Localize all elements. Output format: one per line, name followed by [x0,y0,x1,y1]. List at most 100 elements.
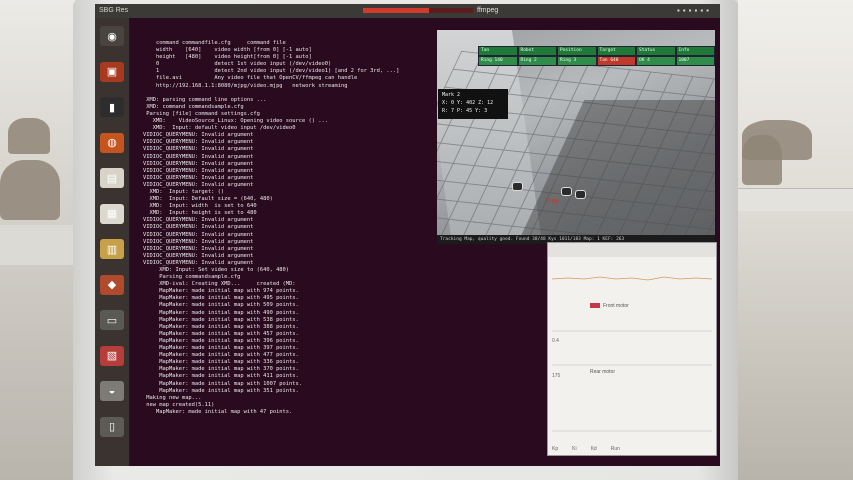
plot-lines [548,243,716,432]
terminal-line: XMD: Input: target: () [143,188,225,195]
terminal-line: MapMaker: made initial map with 495 poin… [143,295,299,302]
table-cell: Ring 2 [517,56,557,66]
window-icon[interactable]: ▭ [100,310,124,330]
image-viewer-icon[interactable]: ▧ [100,345,124,366]
terminal-line: MapMaker: made initial map with 370 poin… [143,366,299,373]
table-row[interactable]: Ring 140 Ring 2 Ring 3 Tan 640 OK 4 1007 [478,56,715,66]
terminal-line: XMD: Input: width is set to 640 [143,203,257,210]
legend-rear: Rear motor [590,369,615,375]
presentation-icon[interactable]: ▥ [100,239,124,259]
plot-control-label[interactable]: Kd [591,446,597,452]
overlay-line: Mark 2 [442,92,461,98]
robot-marker [575,190,586,199]
terminal-line: VIDIOC_QUERYMENU: Invalid argument [143,160,254,167]
overlay-line: X: 0 Y: 402 Z: 12 [442,100,494,106]
terminal-line: XMD: Input: Set video size to (640, 480) [143,267,290,273]
terminal-line: XMD-ival: Creating XMD... created (MD: [143,281,296,288]
terminal-line: MapMaker: made initial map with 974 poin… [143,288,299,295]
top-panel: SBG Res ffmpeg ▪▪▪▪▪▪ [95,4,720,18]
terminal-line: width [640] video width [from 0] [-1 aut… [143,47,312,54]
dash-icon[interactable]: ◉ [100,26,124,46]
table-cell: Ring 3 [557,56,597,66]
pose-overlay: Mark 2 X: 0 Y: 402 Z: 12 R: 7 P: 45 Y: 3 [438,89,508,119]
table-cell: Position [557,46,597,56]
document-icon[interactable]: ▤ [100,168,124,188]
process-name: ffmpeg [477,7,499,14]
terminal-line: Making new map... [143,394,202,401]
robot-marker [561,187,572,196]
table-cell: Tan 640 [596,56,636,66]
plot-control-label[interactable]: Kp [552,446,558,452]
terminal-line: MapMaker: made initial map with 411 poin… [143,373,299,380]
terminal-output[interactable]: command commandfile.cfg command file wid… [131,18,436,466]
terminal-line: VIDIOC_QUERYMENU: Invalid argument [143,146,254,153]
robot-label: Tray [545,198,559,205]
terminal-line: VIDIOC_QUERYMENU: Invalid argument [143,153,254,160]
terminal-line: VIDIOC_QUERYMENU: Invalid argument [143,245,254,252]
table-cell: Robot [517,46,557,56]
terminal-line: MapMaker: made initial map with 538 poin… [143,316,299,323]
browser-icon[interactable]: ◍ [100,132,124,153]
gear-icon[interactable]: ▪ [706,6,712,15]
spreadsheet-icon[interactable]: ▦ [100,203,124,224]
table-cell: Info [675,46,715,56]
terminal-line: MapMaker: made initial map with 47 point… [143,408,293,415]
table-row[interactable]: Tan Robot Position Target Status Info [478,46,715,56]
legend-label: Rear motor [590,369,616,375]
terminal-line: 0 detect 1st video input (/dev/video0) [143,61,332,68]
table-cell: Ring 140 [478,56,518,66]
overlay-line: R: 7 P: 45 Y: 3 [442,108,488,114]
terminal-line: XMD: Input: Default size = (640, 480) [143,196,273,203]
window-title: SBG Res [99,7,129,14]
legend-swatch [590,303,600,309]
terminal-line: VIDIOC_QUERYMENU: Invalid argument [143,259,254,266]
right-desk [738,188,853,211]
terminal-line: MapMaker: made initial map with 509 poin… [143,302,299,309]
terminal-line: VIDIOC_QUERYMENU: Invalid argument [143,174,254,181]
chair [8,118,50,154]
terminal-line: VIDIOC_QUERYMENU: Invalid argument [143,252,254,259]
chair [742,135,782,185]
terminal-line: MapMaker: made initial map with 396 poin… [143,337,299,344]
indicator-area: ▪▪▪▪▪▪ [677,6,712,15]
software-center-icon[interactable]: ◆ [100,274,124,295]
terminal-icon[interactable]: ▮ [100,97,124,117]
launcher: ◉ ▣ ▮ ◍ ▤ ▦ ▥ ◆ ▭ ▧ ◒ ▯ [95,18,130,466]
plot-window[interactable]: Front motor 0.4 Rear motor 175 Kp Ki Kd Run [547,242,717,456]
terminal-line: VIDIOC_QUERYMENU: Invalid argument [143,181,254,188]
right-background [738,0,853,480]
legend-front: Front motor [590,303,629,309]
disk-icon[interactable]: ◒ [100,381,124,401]
terminal-line: MapMaker: made initial map with 397 poin… [143,345,299,352]
plot-control-label[interactable]: Ki [572,446,576,452]
terminal-line: VIDIOC_QUERYMENU: Invalid argument [143,167,254,174]
terminal-line: Parsing commandsample.cfg [143,274,241,281]
terminal-line: XMD: command commandsample.cfg [143,103,244,110]
plot-control-label[interactable]: Run [611,446,620,452]
terminal-line: MapMaker: made initial map with 388 poin… [143,323,299,330]
terminal-line: file.avi Any video file that OpenCV/ffmp… [143,75,358,82]
terminal-line: XMD: Input: height is set to 480 [143,210,257,217]
terminal-line: MapMaker: made initial map with 1007 poi… [143,380,303,387]
terminal-line: XMD: Input: default video input /dev/vid… [143,125,296,132]
robot-table[interactable]: Tan Robot Position Target Status Info Ring 140… [478,46,715,76]
plot-controls: Kp Ki Kd Run [552,446,712,452]
robot-marker [512,182,523,191]
terminal-line: MapMaker: made initial map with 490 poin… [143,309,299,316]
terminal-line: MapMaker: made initial map with 336 poin… [143,359,299,366]
terminal-line: http://192.168.1.1:8080/mjpg/video.mjpg … [143,82,348,89]
terminal-line: MapMaker: made initial map with 457 poin… [143,330,299,337]
terminal-line: VIDIOC_QUERYMENU: Invalid argument [143,238,254,245]
files-icon[interactable]: ▣ [100,61,124,82]
terminal-line: XMD: parsing command line options ... [143,96,267,103]
progress-bar [363,8,473,13]
terminal-line: new map created(5.11) [143,401,215,408]
trash-icon[interactable]: ▯ [100,416,124,437]
terminal-line: XMD: VideoSource_Linux: Opening video so… [143,118,328,125]
terminal-line: MapMaker: made initial map with 351 poin… [143,387,299,394]
table-cell: Status [636,46,676,56]
left-desk [0,225,75,265]
terminal-line: 1 detect 2nd video input (/dev/video1) [… [143,68,400,75]
table-cell: Tan [478,46,518,56]
